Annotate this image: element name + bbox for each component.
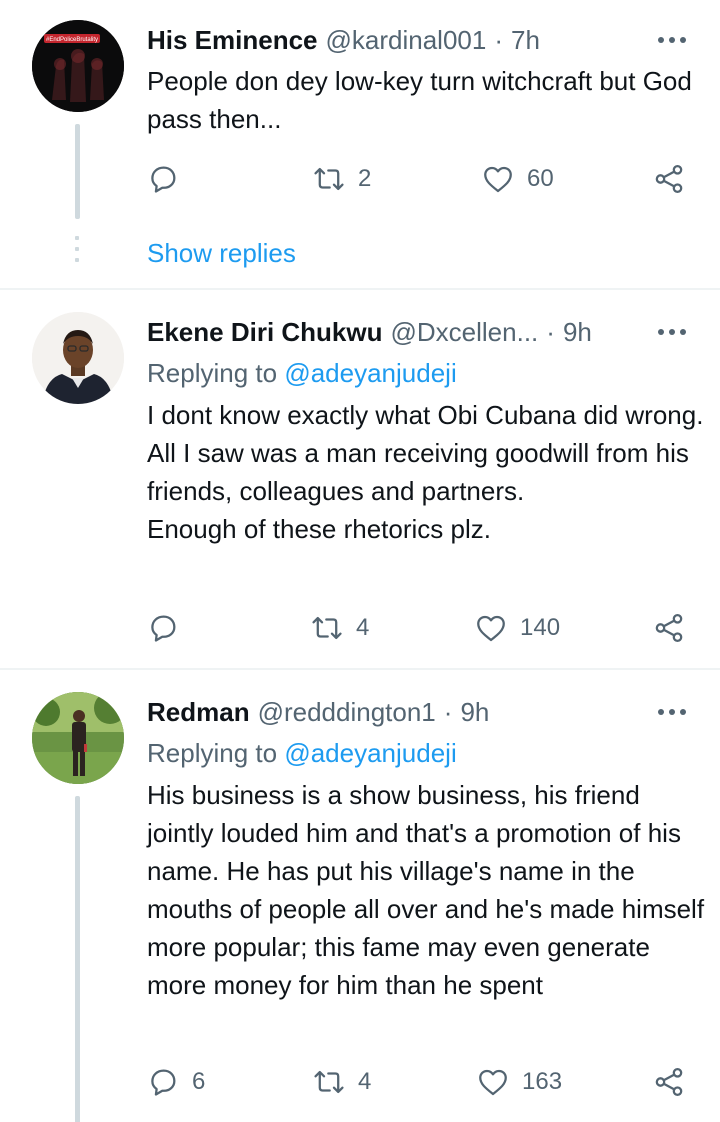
like-button[interactable]: 60 (481, 159, 554, 199)
show-replies-link[interactable]: Show replies (147, 238, 296, 269)
replying-to-label: Replying to (147, 738, 278, 768)
more-icon (658, 37, 686, 43)
reply-button[interactable] (146, 608, 192, 648)
retweet-count: 4 (356, 614, 370, 641)
tweet-text: People don dey low-key turn witchcraft b… (147, 66, 692, 134)
user-handle[interactable]: @Dxcellen... (391, 317, 539, 348)
separator-dot: · (494, 24, 504, 55)
more-options-button[interactable] (654, 22, 690, 58)
retweet-button[interactable]: 4 (312, 1062, 371, 1102)
retweet-button[interactable]: 4 (310, 608, 369, 648)
avatar-outdoor-photo (32, 692, 124, 784)
tweet-text: His business is a show business, his fri… (147, 780, 705, 1000)
replying-to: Replying to @adeyanjudeji (147, 738, 457, 769)
like-count: 140 (520, 614, 561, 641)
retweet-icon (314, 1070, 344, 1094)
replying-to-mention[interactable]: @adeyanjudeji (284, 738, 456, 768)
share-button[interactable] (652, 1062, 686, 1102)
user-handle[interactable]: @redddington1 (258, 697, 436, 728)
timestamp[interactable]: 7h (511, 25, 540, 56)
share-button[interactable] (652, 608, 686, 648)
tweet-header: Redman @redddington1 · 9h (147, 694, 690, 730)
avatar-badge-text: #EndPoliceBrutality (46, 37, 98, 43)
retweet-count: 4 (358, 1068, 372, 1095)
tweet-header: Ekene Diri Chukwu @Dxcellen... · 9h (147, 314, 690, 350)
like-count: 60 (527, 165, 554, 192)
share-icon (655, 613, 683, 643)
reply-icon (151, 615, 176, 642)
avatar[interactable] (32, 312, 124, 404)
retweet-icon (314, 167, 344, 191)
tweet-3[interactable]: Redman @redddington1 · 9h Replying to @a… (0, 670, 720, 1122)
share-button[interactable] (652, 159, 686, 199)
separator-dot: · (546, 316, 555, 347)
separator-dot: · (443, 696, 453, 727)
more-options-button[interactable] (654, 694, 690, 730)
tweet-2[interactable]: Ekene Diri Chukwu @Dxcellen... · 9h Repl… (0, 290, 720, 668)
reply-button[interactable] (146, 159, 192, 199)
tweet-header: His Eminence @kardinal001 · 7h (147, 22, 690, 58)
like-icon (484, 166, 512, 193)
timestamp[interactable]: 9h (563, 317, 592, 348)
avatar-man-photo (32, 312, 124, 404)
more-icon (658, 709, 686, 715)
thread-line (75, 796, 80, 1122)
share-icon (655, 164, 683, 194)
like-button[interactable]: 163 (476, 1062, 562, 1102)
user-handle[interactable]: @kardinal001 (326, 25, 487, 56)
thread-dots (75, 236, 80, 262)
like-count: 163 (522, 1068, 563, 1095)
avatar[interactable] (32, 692, 124, 784)
display-name[interactable]: Redman (147, 697, 250, 728)
replying-to: Replying to @adeyanjudeji (147, 358, 457, 389)
retweet-icon (312, 616, 342, 640)
replying-to-mention[interactable]: @adeyanjudeji (284, 358, 456, 388)
replying-to-label: Replying to (147, 358, 278, 388)
retweet-count: 2 (358, 165, 372, 192)
thread-line (75, 124, 80, 219)
avatar-fist-image: #EndPoliceBrutality (32, 20, 124, 112)
reply-icon (151, 166, 176, 193)
avatar[interactable]: #EndPoliceBrutality (32, 20, 124, 112)
timestamp[interactable]: 9h (460, 697, 489, 728)
display-name[interactable]: His Eminence (147, 25, 318, 56)
retweet-button[interactable]: 2 (312, 159, 371, 199)
reply-icon (151, 1069, 176, 1096)
reply-count: 6 (192, 1068, 206, 1095)
display-name[interactable]: Ekene Diri Chukwu (147, 317, 383, 348)
like-icon (479, 1069, 507, 1096)
more-icon (658, 329, 686, 335)
like-icon (477, 615, 505, 642)
share-icon (655, 1067, 683, 1097)
tweet-text: I dont know exactly what Obi Cubana did … (147, 400, 704, 544)
like-button[interactable]: 140 (474, 608, 560, 648)
tweet-1[interactable]: #EndPoliceBrutality His Eminence @kardin… (0, 0, 720, 288)
more-options-button[interactable] (654, 314, 690, 350)
reply-button[interactable]: 6 (146, 1062, 205, 1102)
